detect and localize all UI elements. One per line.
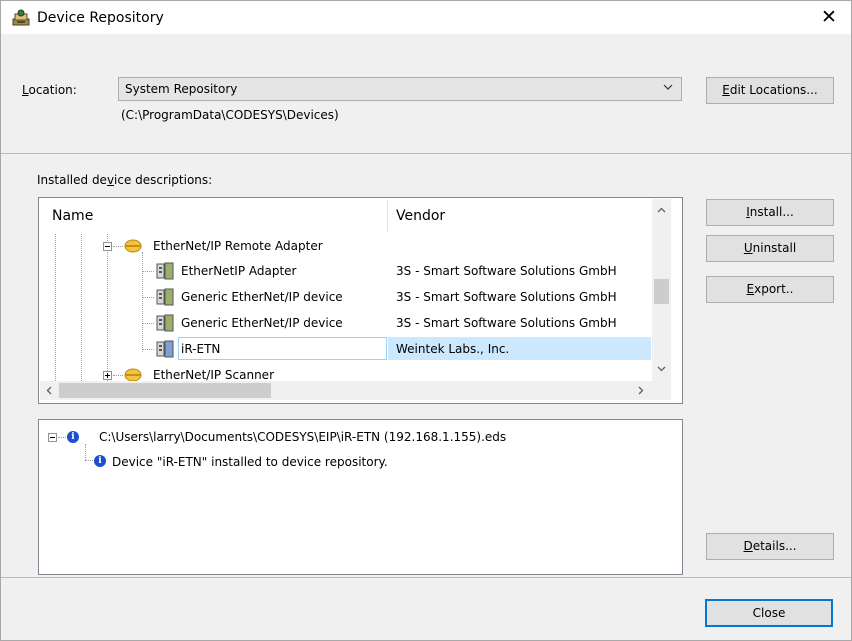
device-icon: [156, 288, 174, 306]
close-button[interactable]: Close: [705, 599, 833, 627]
title-bar: Device Repository ✕: [1, 1, 851, 34]
uninstall-button[interactable]: Uninstall: [706, 235, 834, 262]
location-select[interactable]: System Repository: [118, 77, 682, 101]
info-icon: i: [94, 455, 106, 467]
vertical-scrollbar[interactable]: [652, 199, 671, 382]
tree-row-vendor: 3S - Smart Software Solutions GmbH: [396, 316, 617, 330]
horizontal-scroll-thumb[interactable]: [59, 383, 271, 398]
tree-row[interactable]: Generic EtherNet/IP device 3S - Smart So…: [39, 285, 651, 309]
tree-row-name: iR-ETN: [181, 342, 221, 356]
tree-row-name: Generic EtherNet/IP device: [181, 316, 343, 330]
collapse-icon[interactable]: [48, 433, 57, 442]
horizontal-scrollbar[interactable]: [40, 381, 652, 400]
tree-row[interactable]: EtherNet/IP Scanner: [39, 363, 651, 381]
installed-descriptions-label: Installed device descriptions:: [37, 173, 213, 187]
location-label: Location:: [22, 83, 77, 97]
scrollbar-corner: [652, 381, 671, 400]
window-title: Device Repository: [37, 10, 164, 26]
log-message: Device "iR-ETN" installed to device repo…: [112, 455, 388, 469]
tree-row-vendor: 3S - Smart Software Solutions GmbH: [396, 264, 617, 278]
device-repository-dialog: Device Repository ✕ Location: System Rep…: [0, 0, 852, 641]
tree-row[interactable]: EtherNetIP Adapter 3S - Smart Software S…: [39, 259, 651, 283]
device-icon: [156, 340, 174, 358]
scroll-down-icon[interactable]: [657, 366, 666, 372]
tree-row-name: EtherNetIP Adapter: [181, 264, 297, 278]
tree-row-vendor: 3S - Smart Software Solutions GmbH: [396, 290, 617, 304]
column-header-vendor[interactable]: Vendor: [396, 198, 445, 234]
folder-icon: [124, 368, 142, 381]
chevron-down-icon: [663, 84, 673, 90]
location-path: (C:\ProgramData\CODESYS\Devices): [121, 108, 339, 122]
tree-row-name: EtherNet/IP Remote Adapter: [153, 239, 323, 253]
export-button[interactable]: Export..: [706, 276, 834, 303]
folder-icon: [124, 239, 142, 253]
column-divider: [387, 200, 388, 232]
install-button[interactable]: Install...: [706, 199, 834, 226]
scroll-right-icon[interactable]: [638, 386, 644, 395]
tree-row[interactable]: Generic EtherNet/IP device 3S - Smart So…: [39, 311, 651, 335]
device-repository-icon: [12, 9, 30, 26]
device-tree[interactable]: Name Vendor EtherNet/IP Remote Adapter E…: [38, 197, 683, 404]
expand-icon[interactable]: [103, 371, 112, 380]
close-icon: ✕: [821, 6, 837, 28]
collapse-icon[interactable]: [103, 242, 112, 251]
device-icon: [156, 262, 174, 280]
edit-locations-button[interactable]: Edit Locations...: [706, 77, 834, 104]
scroll-left-icon[interactable]: [46, 386, 52, 395]
scroll-up-icon[interactable]: [657, 207, 666, 213]
close-window-button[interactable]: ✕: [807, 1, 851, 34]
details-button[interactable]: Details...: [706, 533, 834, 560]
tree-row-name: EtherNet/IP Scanner: [153, 368, 275, 381]
tree-row[interactable]: EtherNet/IP Remote Adapter: [39, 234, 651, 258]
vertical-scroll-thumb[interactable]: [654, 279, 669, 304]
info-icon: i: [67, 431, 79, 443]
log-file-path: C:\Users\larry\Documents\CODESYS\EIP\iR-…: [99, 430, 507, 444]
device-icon: [156, 314, 174, 332]
tree-row-selected[interactable]: iR-ETN Weintek Labs., Inc.: [39, 337, 651, 361]
install-log[interactable]: i C:\Users\larry\Documents\CODESYS\EIP\i…: [38, 419, 683, 575]
tree-row-name: Generic EtherNet/IP device: [181, 290, 343, 304]
column-header-name[interactable]: Name: [52, 198, 93, 234]
tree-row-vendor: Weintek Labs., Inc.: [396, 342, 510, 356]
location-select-value: System Repository: [125, 82, 238, 96]
